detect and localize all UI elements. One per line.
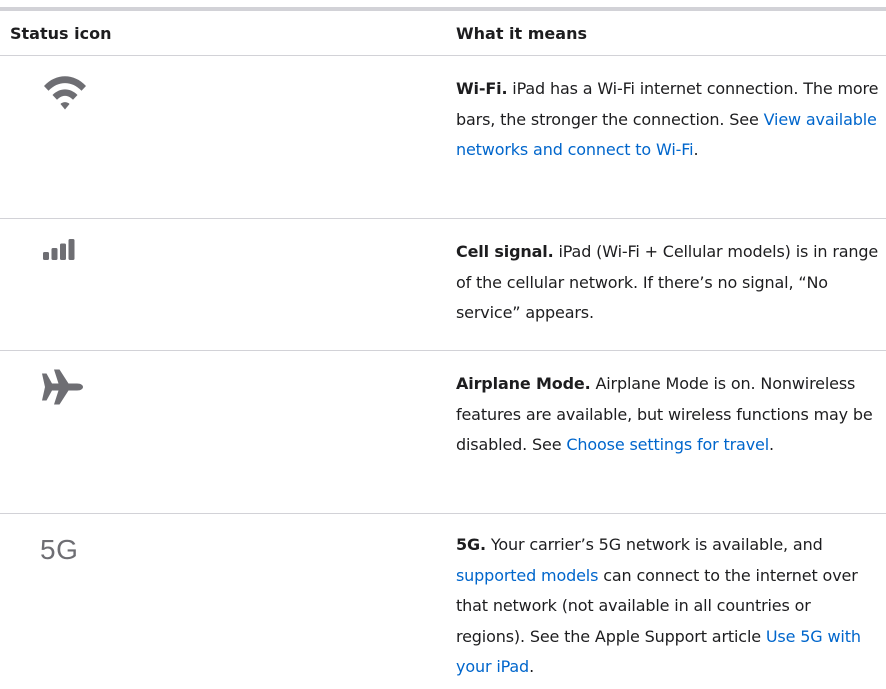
wifi-title: Wi-Fi. xyxy=(456,79,508,98)
5g-icon: 5G xyxy=(40,534,79,565)
link-choose-settings-for-travel[interactable]: Choose settings for travel xyxy=(566,435,769,454)
table-row-cell-signal: Cell signal. iPad (Wi-Fi + Cellular mode… xyxy=(0,219,886,351)
5g-description: 5G. Your carrier’s 5G network is availab… xyxy=(456,530,884,683)
airplane-mode-title: Airplane Mode. xyxy=(456,374,591,393)
column-header-what-it-means: What it means xyxy=(456,24,587,43)
cell-signal-icon xyxy=(40,238,80,266)
airplane-mode-text-end: . xyxy=(769,435,774,454)
table-row-airplane-mode: Airplane Mode. Airplane Mode is on. Nonw… xyxy=(0,351,886,514)
5g-title: 5G. xyxy=(456,535,486,554)
airplane-mode-description: Airplane Mode. Airplane Mode is on. Nonw… xyxy=(456,369,884,461)
wifi-icon xyxy=(40,71,90,119)
cell-signal-title: Cell signal. xyxy=(456,242,554,261)
table-row-wifi: Wi-Fi. iPad has a Wi-Fi internet connect… xyxy=(0,56,886,219)
wifi-text-end: . xyxy=(693,140,699,159)
5g-text-end: . xyxy=(529,657,534,676)
link-supported-models[interactable]: supported models xyxy=(456,566,598,585)
table-top-rule xyxy=(0,7,886,11)
table-row-5g: 5G 5G. Your carrier’s 5G network is avai… xyxy=(0,514,886,689)
airplane-icon xyxy=(40,369,84,409)
cell-signal-description: Cell signal. iPad (Wi-Fi + Cellular mode… xyxy=(456,237,884,329)
5g-text: Your carrier’s 5G network is available, … xyxy=(485,535,823,554)
column-header-status-icon: Status icon xyxy=(10,24,112,43)
wifi-description: Wi-Fi. iPad has a Wi-Fi internet connect… xyxy=(456,74,884,166)
